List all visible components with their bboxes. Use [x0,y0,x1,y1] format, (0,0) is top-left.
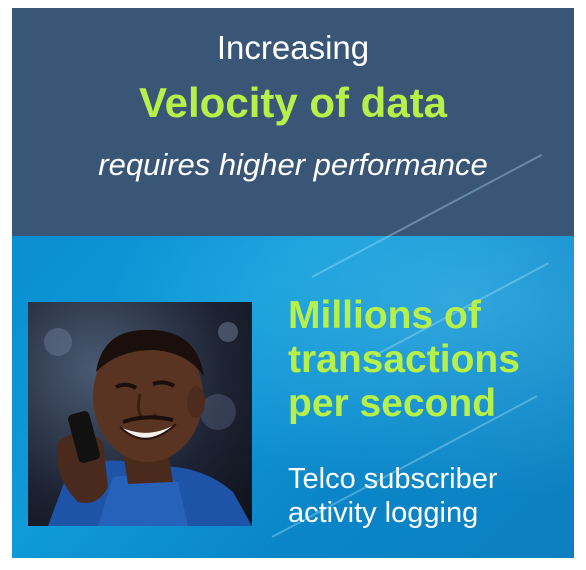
person-photo-illustration [44,322,252,526]
header-title: Velocity of data [138,79,448,126]
headline-line: transactions [288,338,520,381]
subtext-line: Telco subscriber [288,463,498,495]
header-panel: Increasing Velocity of data requires hig… [12,8,574,236]
person-on-phone-photo [28,302,252,526]
headline-block: Millions of transactions per second [288,294,574,426]
subtext-line: activity logging [288,497,479,529]
slide-card: Increasing Velocity of data requires hig… [12,8,574,558]
header-intro-text: Increasing [216,29,370,66]
headline-line: per second [288,382,497,425]
content-panel: Millions of transactions per second Telc… [12,154,574,558]
subtext-block: Telco subscriber activity logging [288,462,574,530]
header-subtitle: requires higher performance [98,147,488,182]
headline-line: Millions of [288,294,481,337]
